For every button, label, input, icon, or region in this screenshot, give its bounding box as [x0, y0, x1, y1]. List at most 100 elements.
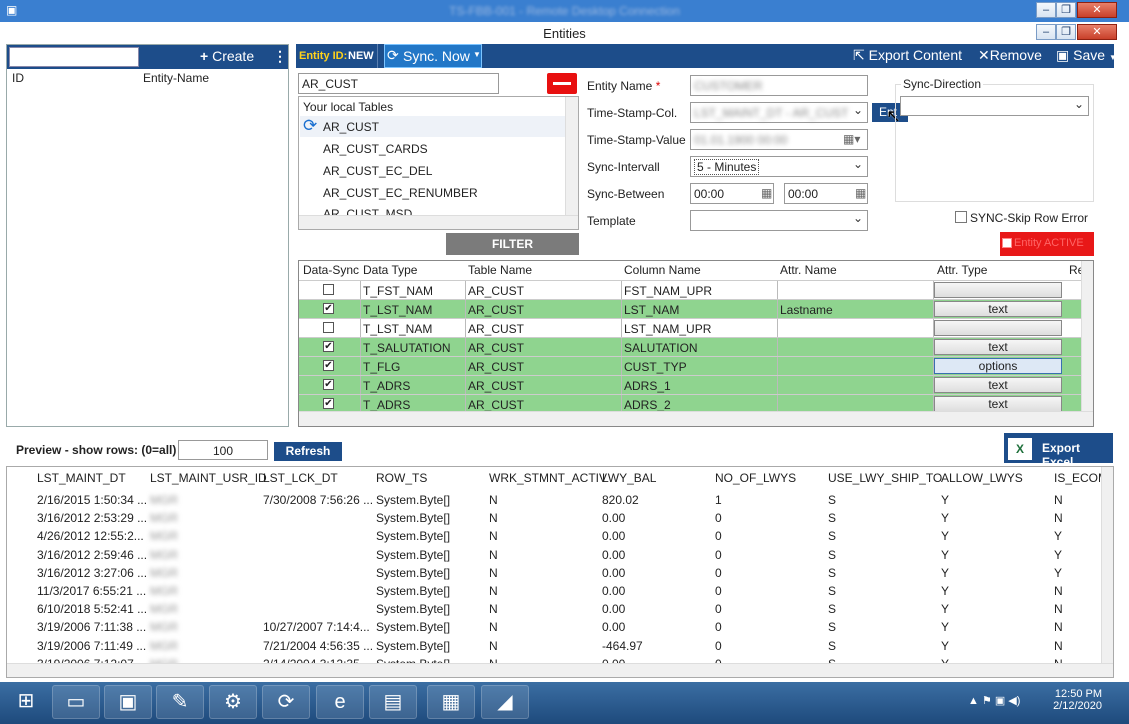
minimize-button[interactable]: –	[1036, 24, 1056, 40]
table-row[interactable]: ✔ T_LST_NAM AR_CUST LST_NAM Lastname text	[299, 299, 1081, 319]
table-search-input[interactable]: AR_CUST	[298, 73, 499, 94]
data-sync-checkbox[interactable]	[323, 322, 334, 333]
preview-cell[interactable]: MGR	[150, 511, 178, 525]
preview-cell[interactable]: N	[489, 548, 498, 562]
preview-cell[interactable]: 0	[715, 511, 722, 525]
list-item-selected[interactable]: ⟳ AR_CUST	[300, 116, 566, 137]
preview-cell[interactable]: System.Byte[]	[376, 584, 450, 598]
data-sync-checkbox[interactable]	[323, 284, 334, 295]
cell-type[interactable]: T_LST_NAM	[363, 322, 432, 336]
preview-cell[interactable]: N	[489, 511, 498, 525]
preview-cell[interactable]: N	[489, 493, 498, 507]
start-button-icon[interactable]: ⊞	[2, 685, 50, 719]
cell-table[interactable]: AR_CUST	[468, 322, 524, 336]
preview-cell[interactable]: N	[489, 602, 498, 616]
preview-cell[interactable]: 3/16/2012 2:59:46 ...	[37, 548, 147, 562]
attr-type-button[interactable]	[934, 320, 1062, 336]
cell-column[interactable]: SALUTATION	[624, 341, 698, 355]
preview-cell[interactable]: S	[828, 566, 836, 580]
preview-cell[interactable]: S	[828, 602, 836, 616]
preview-cell[interactable]: System.Byte[]	[376, 493, 450, 507]
preview-cell[interactable]: 3/16/2012 3:27:06 ...	[37, 566, 147, 580]
preview-cell[interactable]: MGR	[150, 493, 178, 507]
data-sync-checkbox[interactable]: ✔	[323, 360, 334, 371]
internet-explorer-icon[interactable]: e	[316, 685, 364, 719]
save-button[interactable]: ▣ Save ▼	[1056, 47, 1117, 64]
preview-column-header[interactable]: LST_MAINT_DT	[37, 471, 126, 485]
preview-column-header[interactable]: WRK_STMNT_ACTIV	[489, 471, 607, 485]
sync-interval-select[interactable]: 5 - Minutes	[690, 156, 868, 177]
preview-cell[interactable]: 3/19/2006 7:11:38 ...	[37, 620, 146, 634]
preview-column-header[interactable]: LST_LCK_DT	[263, 471, 338, 485]
attr-type-button[interactable]: options	[934, 358, 1062, 374]
create-button[interactable]: + Create	[200, 48, 254, 64]
restore-button[interactable]: ❐	[1056, 24, 1076, 40]
preview-cell[interactable]: MGR	[150, 548, 178, 562]
preview-cell[interactable]: 6/10/2018 5:52:41 ...	[37, 602, 147, 616]
cell-type[interactable]: T_ADRS	[363, 379, 410, 393]
clock-icon[interactable]: ▦	[761, 186, 772, 200]
clock-icon[interactable]: ▦	[855, 186, 866, 200]
preview-cell[interactable]: Y	[1054, 566, 1062, 580]
attr-type-button[interactable]: text	[934, 377, 1062, 393]
cell-table[interactable]: AR_CUST	[468, 341, 524, 355]
preview-cell[interactable]: 2/16/2015 1:50:34 ...	[37, 493, 147, 507]
skip-row-error-checkbox[interactable]	[955, 211, 967, 223]
preview-row[interactable]: 3/16/2012 2:53:29 ... MGR System.Byte[] N 0.…	[7, 509, 1101, 527]
entity-active-toggle[interactable]: Entity ACTIVE	[1000, 232, 1094, 256]
export-excel-button[interactable]: X Export Excel	[1004, 433, 1113, 469]
horizontal-scrollbar[interactable]	[299, 215, 578, 229]
entity-search-input[interactable]	[9, 47, 139, 67]
cell-type[interactable]: T_ADRS	[363, 398, 410, 412]
data-sync-checkbox[interactable]: ✔	[323, 303, 334, 314]
cell-column[interactable]: ADRS_2	[624, 398, 671, 412]
header-column-name[interactable]: Column Name	[624, 263, 701, 277]
preview-cell[interactable]: Y	[941, 529, 949, 543]
preview-cell[interactable]: 7/21/2004 4:56:35 ...	[263, 639, 373, 653]
cell-attr-name[interactable]: Lastname	[780, 303, 833, 317]
preview-cell[interactable]: Y	[941, 548, 949, 562]
preview-cell[interactable]: Y	[941, 493, 949, 507]
preview-cell[interactable]: N	[1054, 584, 1063, 598]
preview-cell[interactable]: MGR	[150, 602, 178, 616]
preview-row[interactable]: 3/19/2006 7:11:49 ... MGR 7/21/2004 4:56:3…	[7, 637, 1101, 655]
template-select[interactable]	[690, 210, 868, 231]
preview-cell[interactable]: 0	[715, 548, 722, 562]
header-data-sync[interactable]: Data-Sync	[303, 263, 359, 277]
column-header-id[interactable]: ID	[12, 71, 24, 85]
refresh-button[interactable]: Refresh	[274, 442, 342, 461]
preview-rows-input[interactable]: 100	[178, 440, 268, 460]
sync-app-icon[interactable]: ⟳	[262, 685, 310, 719]
preview-cell[interactable]: 0	[715, 602, 722, 616]
preview-cell[interactable]: Y	[941, 511, 949, 525]
table-row[interactable]: ✔ T_ADRS AR_CUST ADRS_1 text	[299, 375, 1081, 395]
preview-cell[interactable]: N	[489, 620, 498, 634]
preview-vertical-scrollbar[interactable]	[1101, 467, 1113, 663]
remove-filter-button[interactable]	[547, 73, 577, 94]
sync-now-button[interactable]: ⟳ Sync. Now ▼	[384, 44, 482, 68]
grid-vertical-scrollbar[interactable]	[1081, 261, 1093, 411]
data-sync-checkbox[interactable]: ✔	[323, 379, 334, 390]
preview-row[interactable]: 3/19/2006 7:11:38 ... MGR 10/27/2007 7:14:…	[7, 618, 1101, 636]
preview-cell[interactable]: Y	[941, 639, 949, 653]
app-icon[interactable]: ⚙	[209, 685, 257, 719]
table-row[interactable]: ✔ T_FLG AR_CUST CUST_TYP options	[299, 356, 1081, 376]
preview-column-header[interactable]: IS_ECOM	[1054, 471, 1108, 485]
cell-type[interactable]: T_FLG	[363, 360, 400, 374]
table-row[interactable]: ✔ T_SALUTATION AR_CUST SALUTATION text	[299, 337, 1081, 357]
preview-cell[interactable]: 0.00	[602, 620, 625, 634]
cell-table[interactable]: AR_CUST	[468, 284, 524, 298]
vertical-scrollbar[interactable]	[565, 97, 578, 215]
entity-name-input[interactable]: CUSTOMER	[690, 75, 868, 96]
server-manager-icon[interactable]: ▤	[369, 685, 417, 719]
preview-cell[interactable]: MGR	[150, 639, 178, 653]
preview-cell[interactable]: 1	[715, 493, 722, 507]
preview-cell[interactable]: N	[489, 566, 498, 580]
sync-to-input[interactable]: 00:00 ▦	[784, 183, 868, 204]
cell-table[interactable]: AR_CUST	[468, 360, 524, 374]
cell-column[interactable]: CUST_TYP	[624, 360, 687, 374]
preview-cell[interactable]: Y	[1054, 529, 1062, 543]
window-app-icon[interactable]: ▦	[427, 685, 475, 719]
preview-column-header[interactable]: NO_OF_LWYS	[715, 471, 796, 485]
preview-cell[interactable]: MGR	[150, 584, 178, 598]
